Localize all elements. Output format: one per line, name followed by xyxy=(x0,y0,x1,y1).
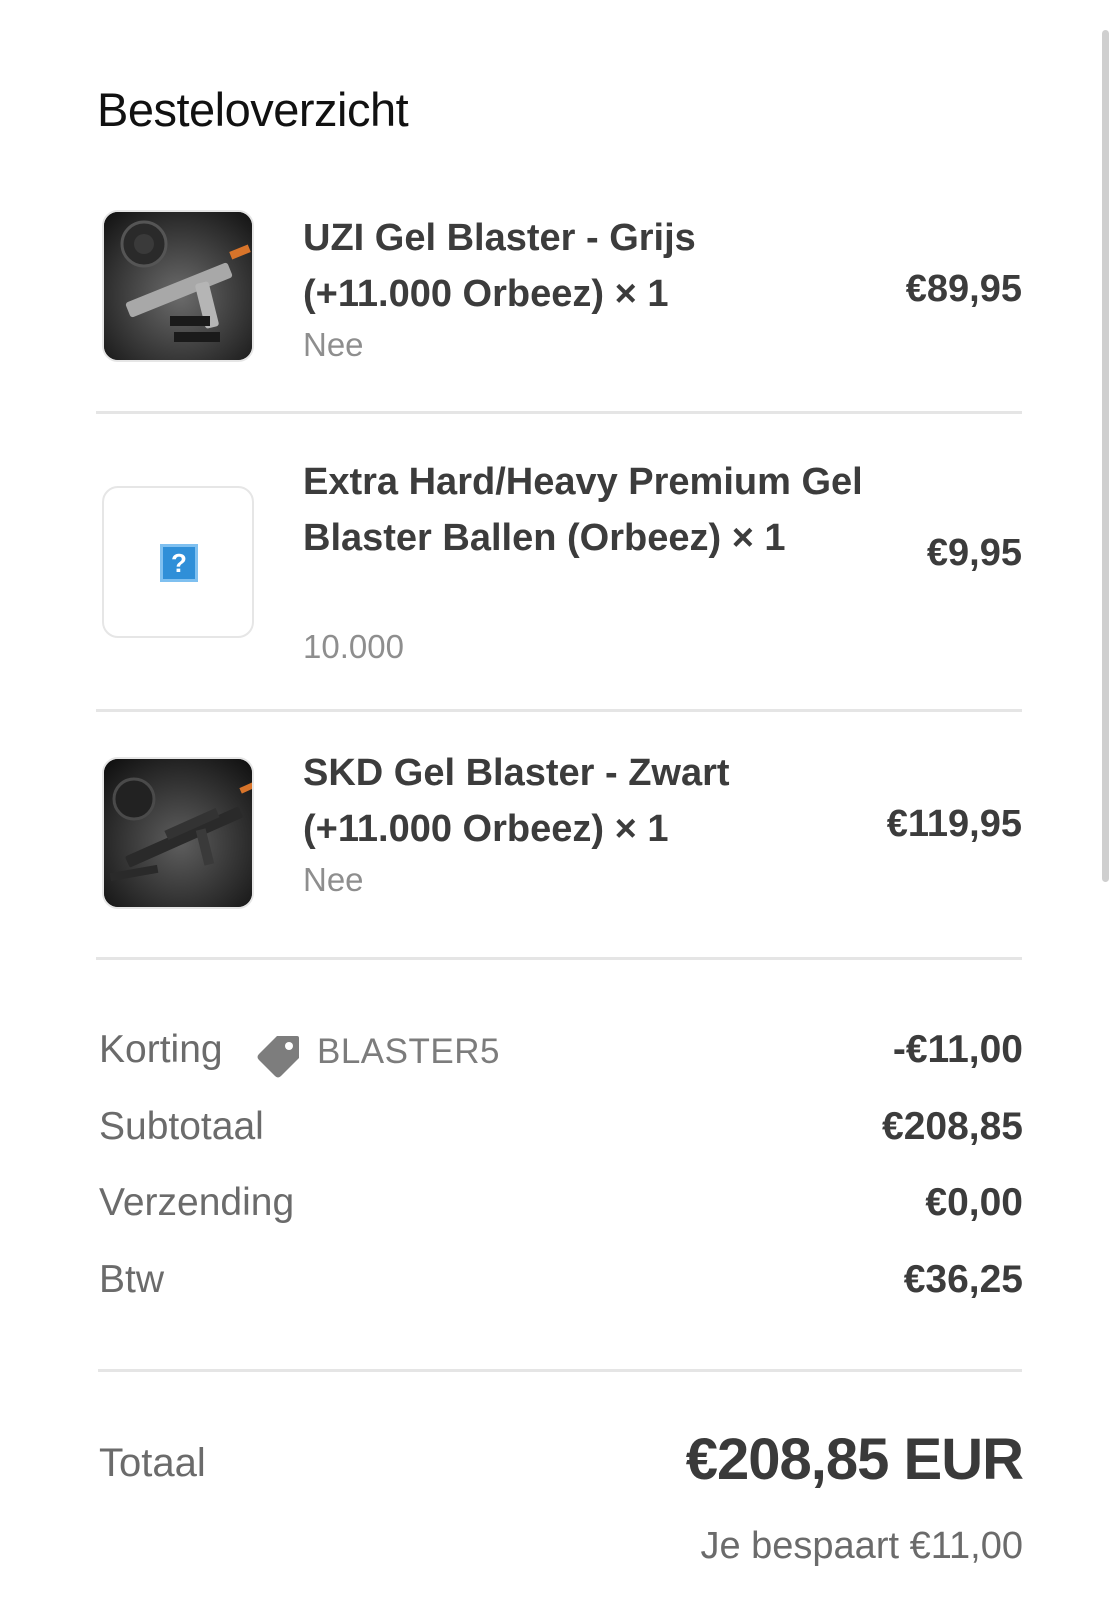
divider xyxy=(98,1369,1022,1372)
order-summary-page: Besteloverzicht UZI Gel Blaster - Grijs … xyxy=(0,0,1119,1600)
subtotal-value: €208,85 xyxy=(882,1105,1023,1148)
shipping-label: Verzending xyxy=(99,1181,295,1224)
missing-image-icon: ? xyxy=(160,544,198,582)
item-name: UZI Gel Blaster - Grijs (+11.000 Orbeez)… xyxy=(303,217,696,315)
subtotal-label: Subtotaal xyxy=(99,1105,264,1148)
tax-value: €36,25 xyxy=(903,1258,1023,1301)
product-image-uzi xyxy=(102,210,254,362)
discount-value: -€11,00 xyxy=(892,1028,1023,1071)
item-variant: 10.000 xyxy=(303,628,404,665)
savings-text: Je bespaart €11,00 xyxy=(700,1525,1023,1567)
item-price: €119,95 xyxy=(886,803,1022,845)
tax-row: Btw €36,25 xyxy=(99,1258,1023,1308)
product-image-placeholder: ? xyxy=(102,486,254,638)
total-value: €208,85 EUR xyxy=(685,1427,1024,1492)
tag-icon xyxy=(257,1036,299,1078)
list-item: UZI Gel Blaster - Grijs (+11.000 Orbeez)… xyxy=(96,210,1022,370)
item-variant: Nee xyxy=(303,861,364,898)
item-price: €89,95 xyxy=(905,268,1022,310)
divider xyxy=(96,411,1022,414)
discount-label: Korting xyxy=(99,1028,223,1071)
product-image-skd xyxy=(102,757,254,909)
page-title: Besteloverzicht xyxy=(97,83,409,136)
subtotal-row: Subtotaal €208,85 xyxy=(99,1105,1023,1155)
item-variant: Nee xyxy=(303,326,364,363)
item-name: SKD Gel Blaster - Zwart (+11.000 Orbeez)… xyxy=(303,752,730,850)
divider xyxy=(96,957,1022,960)
item-name: Extra Hard/Heavy Premium Gel Blaster Bal… xyxy=(303,461,863,559)
shipping-row: Verzending €0,00 xyxy=(99,1181,1023,1231)
item-price: €9,95 xyxy=(926,532,1022,574)
tax-label: Btw xyxy=(99,1258,165,1301)
total-label: Totaal xyxy=(99,1441,206,1485)
list-item: SKD Gel Blaster - Zwart (+11.000 Orbeez)… xyxy=(96,752,1022,917)
list-item: ? Extra Hard/Heavy Premium Gel Blaster B… xyxy=(96,448,1022,678)
shipping-value: €0,00 xyxy=(925,1181,1023,1224)
divider xyxy=(96,709,1022,712)
discount-row: Korting BLASTER5 -€11,00 xyxy=(99,1028,1023,1078)
discount-code: BLASTER5 xyxy=(317,1032,500,1071)
scrollbar[interactable] xyxy=(1102,30,1109,882)
